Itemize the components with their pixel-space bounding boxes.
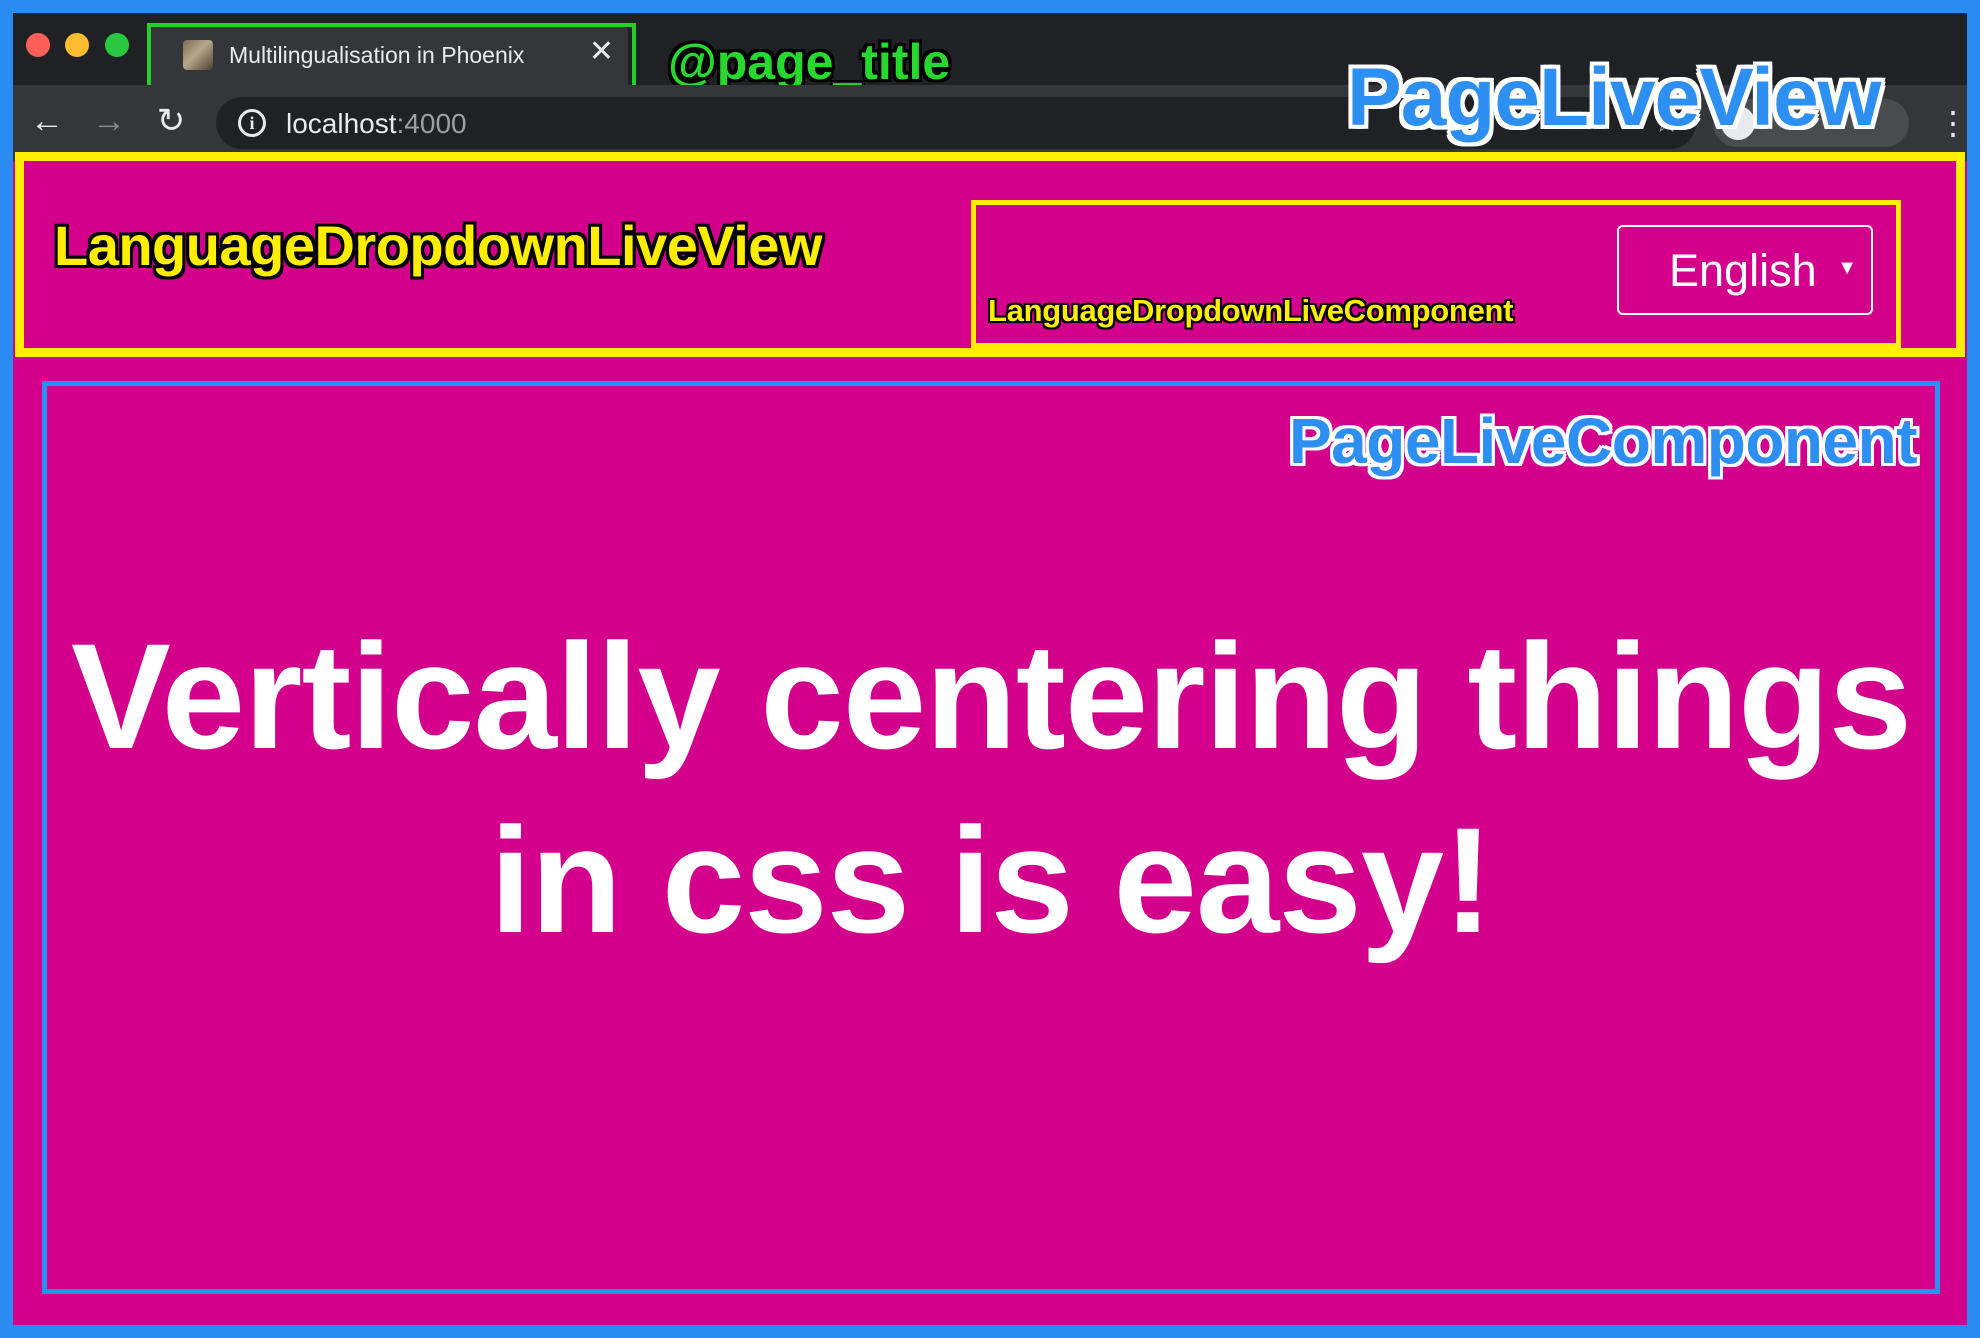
browser-menu-icon[interactable]: ⋮ bbox=[1937, 103, 1967, 143]
language-select[interactable]: English ▼ bbox=[1617, 225, 1873, 315]
language-dropdown-live-view: LanguageDropdownLiveView LanguageDropdow… bbox=[15, 152, 1965, 357]
browser-window: Multilingualisation in Phoenix ✕ @page_t… bbox=[13, 13, 1967, 1325]
forward-arrow-icon[interactable]: → bbox=[89, 101, 129, 141]
page-favicon-icon bbox=[183, 40, 213, 70]
caret-down-icon: ▼ bbox=[1837, 257, 1857, 279]
close-window-button[interactable] bbox=[26, 33, 50, 57]
site-info-icon[interactable]: i bbox=[238, 109, 266, 137]
url-host: localhost bbox=[286, 108, 397, 139]
url-text[interactable]: localhost:4000 bbox=[286, 108, 467, 140]
language-select-value: English bbox=[1669, 245, 1817, 296]
back-arrow-icon[interactable]: ← bbox=[27, 101, 67, 141]
page-live-component-annotation: PageLiveComponent bbox=[1288, 405, 1918, 477]
page-live-component: PageLiveComponent Vertically centering t… bbox=[42, 381, 1940, 1294]
page-live-view-annotation: PageLiveView bbox=[1347, 52, 1881, 143]
language-dropdown-live-view-annotation: LanguageDropdownLiveView bbox=[54, 214, 822, 277]
tab-title: Multilingualisation in Phoenix bbox=[229, 42, 525, 68]
language-dropdown-live-component: LanguageDropdownLiveComponent English ▼ bbox=[971, 200, 1901, 348]
language-dropdown-live-component-annotation: LanguageDropdownLiveComponent bbox=[988, 293, 1514, 328]
page-title-annotation: @page_title bbox=[668, 34, 951, 90]
minimize-window-button[interactable] bbox=[65, 33, 89, 57]
maximize-window-button[interactable] bbox=[105, 33, 129, 57]
page-headline: Vertically centering things in css is ea… bbox=[70, 612, 1912, 964]
url-port: :4000 bbox=[396, 108, 467, 139]
reload-icon[interactable]: ↻ bbox=[151, 101, 191, 141]
browser-tab[interactable]: Multilingualisation in Phoenix ✕ bbox=[147, 23, 628, 85]
close-tab-icon[interactable]: ✕ bbox=[589, 37, 614, 67]
